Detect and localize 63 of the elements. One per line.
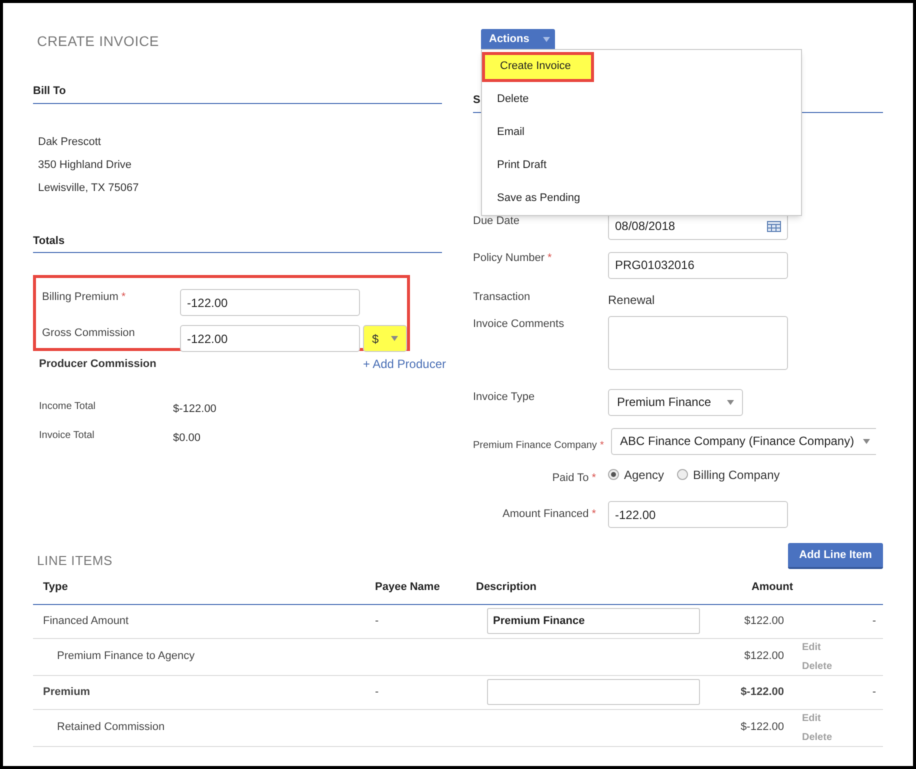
address-line: 350 Highland Drive <box>38 158 133 172</box>
menu-item[interactable]: Save as Pending <box>482 184 598 214</box>
total-label: Income Total <box>39 400 97 414</box>
subsection-heading: Producer Commission <box>39 356 156 372</box>
table-cell-text: $-122.00 <box>740 720 784 736</box>
policy-number-field[interactable]: PRG01032016 <box>608 252 788 278</box>
calendar-icon <box>767 220 781 232</box>
transaction-value: Renewal <box>608 292 655 308</box>
section-heading: Totals <box>33 232 442 253</box>
invoice-type-select[interactable]: Premium Finance <box>608 388 743 416</box>
caret-icon <box>727 400 734 404</box>
add-line-item-button[interactable]: Add Line Item <box>788 543 883 569</box>
field-label: Due Date <box>473 214 520 228</box>
table-cell-text: - <box>872 684 877 700</box>
field-label: Amount Financed * <box>502 507 597 522</box>
total-value: $0.00 <box>173 430 201 446</box>
caret-icon <box>863 438 870 444</box>
table-cell-text: Retained Commission <box>56 720 166 736</box>
section-heading: Bill To <box>33 83 442 104</box>
finance-company-select[interactable]: ABC Finance Company (Finance Company) <box>611 428 876 454</box>
radio-option[interactable]: Agency <box>608 466 664 484</box>
address-line: Lewisville, TX 75067 <box>38 180 140 194</box>
field-label: Invoice Type <box>473 390 536 404</box>
billing-premium-field[interactable]: -122.00 <box>180 289 360 316</box>
description-field[interactable] <box>487 679 700 705</box>
caret-icon <box>391 336 398 341</box>
total-value: $-122.00 <box>173 402 216 417</box>
table-cell-text: $122.00 <box>743 649 784 664</box>
field-label: Billing Premium * <box>42 290 127 305</box>
amount-financed-field[interactable]: -122.00 <box>608 501 788 528</box>
table-cell-text: $122.00 <box>743 614 784 629</box>
description-field[interactable]: Premium Finance <box>487 608 700 634</box>
column-header: Type <box>42 580 69 596</box>
table-cell-text: - <box>375 684 380 700</box>
radio-option[interactable]: Billing Company <box>677 466 780 484</box>
column-header: Description <box>476 580 538 596</box>
column-header: Amount <box>750 580 793 596</box>
address-line: Dak Prescott <box>38 134 102 148</box>
table-cell-text: Premium Finance to Agency <box>56 649 196 664</box>
gross-commission-field[interactable]: -122.00 <box>180 325 360 352</box>
table-cell-text: - <box>872 614 877 629</box>
currency-select[interactable]: $ <box>363 325 407 352</box>
column-header: Payee Name <box>375 580 441 596</box>
comments-textarea[interactable] <box>608 316 788 370</box>
field-label: Paid To * <box>551 470 597 486</box>
actions-button[interactable]: Actions <box>481 29 555 49</box>
table-cell-text: Premium <box>42 684 92 700</box>
table-cell-text: Financed Amount <box>42 614 130 629</box>
section-title: LINE ITEMS <box>36 552 112 570</box>
field-label: Invoice Comments <box>473 316 566 332</box>
field-label: Premium Finance Company * <box>473 438 605 452</box>
total-label: Invoice Total <box>39 428 96 442</box>
field-label: Gross Commission <box>42 326 136 341</box>
page-title: CREATE INVOICE <box>36 32 160 48</box>
add-producer-link[interactable]: + Add Producer <box>362 355 446 373</box>
menu-item[interactable]: Email <box>482 118 542 148</box>
caret-icon <box>543 36 550 42</box>
table-cell-text: $-122.00 <box>740 684 784 700</box>
menu-item[interactable]: Print Draft <box>482 150 564 180</box>
table-cell-text: - <box>375 614 380 629</box>
field-label: Transaction <box>473 290 532 304</box>
menu-item[interactable]: Create Invoice <box>482 52 594 82</box>
field-label: Policy Number * <box>473 250 553 266</box>
